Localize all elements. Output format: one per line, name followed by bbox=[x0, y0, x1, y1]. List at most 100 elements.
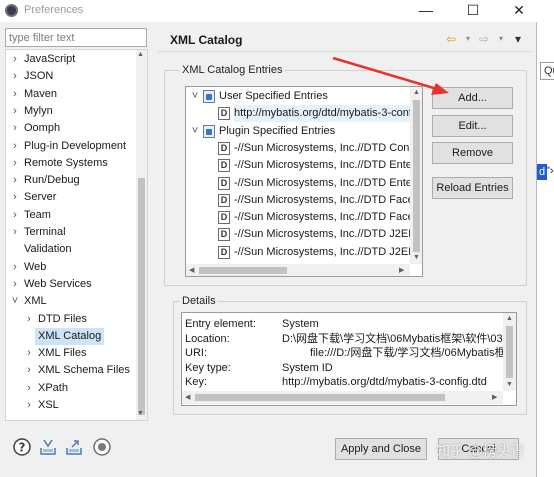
scroll-down-arrow-icon[interactable]: ▼ bbox=[506, 381, 513, 388]
catalog-entry-row[interactable]: D -//Sun Microsystems, Inc.//DTD Enterpri… bbox=[186, 175, 412, 192]
chevron-right-icon[interactable]: › bbox=[10, 51, 20, 68]
details-hscroll-thumb[interactable] bbox=[195, 394, 445, 401]
catalog-entry-row[interactable]: D -//Sun Microsystems, Inc.//DTD Facelet … bbox=[186, 209, 412, 226]
chevron-right-icon[interactable]: › bbox=[10, 103, 20, 120]
forward-dropdown-icon[interactable]: ▾ bbox=[493, 31, 509, 47]
record-icon[interactable] bbox=[92, 437, 112, 457]
filter-input[interactable] bbox=[5, 28, 147, 47]
chevron-right-icon[interactable]: › bbox=[10, 68, 20, 85]
tree-item-label: XML Files bbox=[38, 347, 87, 360]
catalog-entry-row[interactable]: ˅ Plugin Specified Entries bbox=[186, 123, 412, 140]
reload-entries-button[interactable]: Reload Entries bbox=[432, 177, 513, 199]
chevron-right-icon[interactable]: › bbox=[10, 120, 20, 137]
chevron-right-icon[interactable]: › bbox=[10, 172, 20, 189]
chevron-right-icon[interactable]: › bbox=[10, 155, 20, 172]
chevron-right-icon[interactable]: › bbox=[10, 189, 20, 206]
preferences-tree[interactable]: › XSL › XPath › XML Schema Files › XML Files XML… bbox=[5, 49, 148, 421]
tree-item[interactable]: › XSL bbox=[6, 397, 137, 414]
tree-item[interactable]: › Remote Systems bbox=[6, 155, 137, 172]
export-icon[interactable] bbox=[64, 437, 84, 457]
tree-item[interactable]: › Team bbox=[6, 207, 137, 224]
forward-arrow-icon[interactable]: ⇨ bbox=[476, 31, 492, 47]
tree-vertical-scrollbar[interactable]: ▲ ▼ bbox=[136, 50, 147, 420]
chevron-down-icon[interactable]: ˅ bbox=[190, 123, 200, 140]
chevron-right-icon[interactable]: › bbox=[24, 380, 34, 397]
tree-item[interactable]: › Web bbox=[6, 259, 137, 276]
tree-item[interactable]: › Run/Debug bbox=[6, 172, 137, 189]
scroll-up-arrow-icon[interactable]: ▲ bbox=[413, 89, 420, 96]
tree-item[interactable]: › XPath bbox=[6, 380, 137, 397]
tree-scroll-thumb[interactable] bbox=[138, 178, 145, 415]
back-dropdown-icon[interactable]: ▾ bbox=[460, 31, 476, 47]
catalog-entry-row[interactable]: D -//Sun Microsystems, Inc.//DTD Connecto… bbox=[186, 140, 412, 157]
chevron-right-icon[interactable]: › bbox=[24, 362, 34, 379]
tree-item[interactable]: › Oomph bbox=[6, 120, 137, 137]
entries-vscroll-thumb[interactable] bbox=[413, 100, 420, 252]
scroll-down-arrow-icon[interactable]: ▼ bbox=[413, 254, 420, 261]
apply-and-close-button[interactable]: Apply and Close bbox=[335, 438, 427, 460]
entries-hscroll-thumb[interactable] bbox=[199, 267, 287, 274]
background-search-input[interactable]: Qu bbox=[540, 62, 554, 80]
tree-item-label: XSL bbox=[38, 399, 59, 411]
tree-item[interactable]: › Maven bbox=[6, 86, 137, 103]
close-button[interactable]: ✕ bbox=[503, 0, 535, 22]
title-bar[interactable]: Preferences — ☐ ✕ bbox=[0, 0, 537, 22]
details-horizontal-scrollbar[interactable]: ◀ ▶ bbox=[182, 391, 503, 404]
import-icon[interactable] bbox=[38, 437, 58, 457]
catalog-entry-row[interactable]: D -//Sun Microsystems, Inc.//DTD J2EE App… bbox=[186, 244, 412, 261]
scroll-right-arrow-icon[interactable]: ▶ bbox=[492, 393, 497, 401]
scroll-left-arrow-icon[interactable]: ◀ bbox=[189, 266, 194, 274]
scroll-up-arrow-icon[interactable]: ▲ bbox=[137, 51, 144, 58]
entries-horizontal-scrollbar[interactable]: ◀ ▶ bbox=[186, 264, 410, 276]
tree-item[interactable]: › XML Files bbox=[6, 345, 137, 362]
chevron-right-icon[interactable]: › bbox=[10, 276, 20, 293]
chevron-right-icon[interactable]: › bbox=[10, 224, 20, 241]
catalog-entry-row[interactable]: D -//Sun Microsystems, Inc.//DTD Enterpri… bbox=[186, 157, 412, 174]
chevron-right-icon[interactable]: › bbox=[10, 207, 20, 224]
tree-item[interactable]: › JavaScript bbox=[6, 51, 137, 68]
tree-item[interactable]: › Server bbox=[6, 189, 137, 206]
details-vscroll-thumb[interactable] bbox=[506, 326, 513, 378]
scroll-left-arrow-icon[interactable]: ◀ bbox=[185, 393, 190, 401]
chevron-right-icon[interactable]: › bbox=[24, 311, 34, 328]
scroll-right-arrow-icon[interactable]: ▶ bbox=[399, 266, 404, 274]
details-text-area[interactable]: Key: http://mybatis.org/dtd/mybatis-3-con… bbox=[181, 312, 517, 406]
tree-item[interactable]: › XML Schema Files bbox=[6, 362, 137, 379]
scroll-down-arrow-icon[interactable]: ▼ bbox=[137, 410, 144, 417]
chevron-right-icon[interactable]: › bbox=[24, 345, 34, 362]
tree-item-label: XPath bbox=[38, 381, 68, 394]
edit-button[interactable]: Edit... bbox=[432, 115, 513, 137]
tree-item[interactable]: XML Catalog bbox=[6, 327, 137, 345]
details-vertical-scrollbar[interactable]: ▲ ▼ bbox=[503, 313, 516, 391]
catalog-entries-tree[interactable]: D -//Sun Microsystems, Inc.//DTD J2EE App… bbox=[185, 86, 423, 277]
tree-item[interactable]: ˅ XML bbox=[6, 293, 137, 310]
tree-item[interactable]: › Mylyn bbox=[6, 103, 137, 120]
remove-button[interactable]: Remove bbox=[432, 142, 513, 164]
tree-item[interactable]: › JSON bbox=[6, 68, 137, 85]
tree-item[interactable]: › Plug-in Development bbox=[6, 138, 137, 155]
maximize-button[interactable]: ☐ bbox=[457, 0, 489, 22]
minimize-button[interactable]: — bbox=[410, 0, 442, 22]
catalog-entry-row[interactable]: D -//Sun Microsystems, Inc.//DTD Facelet … bbox=[186, 192, 412, 209]
chevron-down-icon[interactable]: ˅ bbox=[190, 88, 200, 105]
chevron-down-icon[interactable]: ˅ bbox=[10, 293, 20, 310]
chevron-right-icon[interactable]: › bbox=[10, 86, 20, 103]
catalog-entry-row[interactable]: Dhttp://mybatis.org/dtd/mybatis-3-config… bbox=[186, 105, 412, 123]
details-key: Entry element: bbox=[185, 318, 256, 330]
chevron-right-icon[interactable]: › bbox=[24, 397, 34, 414]
add-button[interactable]: Add... bbox=[432, 87, 513, 109]
tree-item[interactable]: › DTD Files bbox=[6, 311, 137, 328]
tree-item[interactable]: Validation bbox=[6, 241, 137, 258]
entries-vertical-scrollbar[interactable]: ▲ ▼ bbox=[410, 87, 422, 264]
back-arrow-icon[interactable]: ⇦ bbox=[443, 31, 459, 47]
scroll-up-arrow-icon[interactable]: ▲ bbox=[506, 315, 513, 322]
catalog-entry-row[interactable]: D -//Sun Microsystems, Inc.//DTD J2EE App… bbox=[186, 226, 412, 243]
catalog-entry-row[interactable]: ˅ User Specified Entries bbox=[186, 88, 412, 105]
view-menu-icon[interactable]: ▾ bbox=[510, 31, 526, 47]
chevron-right-icon[interactable]: › bbox=[10, 138, 20, 155]
help-icon[interactable]: ? bbox=[12, 437, 32, 457]
details-key: Key type: bbox=[185, 361, 231, 374]
tree-item[interactable]: › Terminal bbox=[6, 224, 137, 241]
chevron-right-icon[interactable]: › bbox=[10, 259, 20, 276]
tree-item[interactable]: › Web Services bbox=[6, 276, 137, 293]
